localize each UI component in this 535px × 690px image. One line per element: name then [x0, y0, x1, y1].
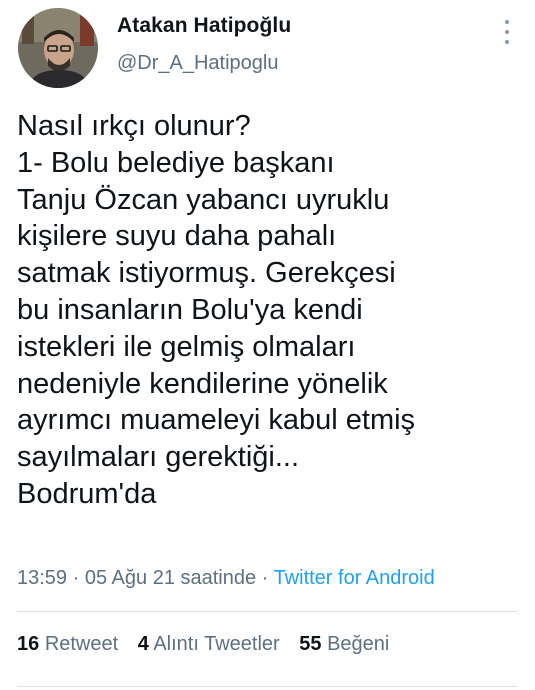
tweet-line: kişilere suyu daha pahalı: [17, 220, 337, 253]
retweets-stat[interactable]: 16 Retweet: [17, 633, 124, 655]
tweet-source-link[interactable]: Twitter for Android: [274, 567, 435, 589]
likes-label: Beğeni: [327, 633, 390, 655]
tweet-line: 1- Bolu belediye başkanı: [17, 146, 335, 179]
tweet-header: Atakan Hatipoğlu @Dr_A_Hatipoglu: [0, 0, 535, 95]
author-name[interactable]: Atakan Hatipoğlu: [117, 14, 291, 38]
likes-count: 55: [299, 633, 322, 655]
tweet-meta: 13:59 · 05 Ağu 21 saatinde · Twitter for…: [17, 567, 435, 590]
quotes-label: Alıntı Tweetler: [153, 633, 280, 655]
avatar[interactable]: [18, 8, 98, 88]
tweet-time[interactable]: 13:59: [17, 567, 67, 589]
tweet-date[interactable]: 05 Ağu 21 saatinde: [85, 567, 256, 589]
author-handle[interactable]: @Dr_A_Hatipoglu: [117, 52, 279, 75]
tweet-line: Bodrum'da: [17, 477, 157, 510]
divider: [17, 686, 517, 687]
meta-separator: ·: [261, 567, 269, 589]
tweet-line: ayrımcı muameleyi kabul etmiş: [17, 404, 416, 437]
tweet-line: nedeniyle kendilerine yönelik: [17, 367, 388, 400]
quotes-count: 4: [137, 633, 149, 655]
tweet-line: istekleri ile gelmiş olmaları: [17, 330, 356, 363]
tweet-line: sayılmaları gerektiği...: [17, 441, 300, 474]
retweets-count: 16: [17, 633, 40, 655]
tweet-text: Nasıl ırkçı olunur? 1- Bolu belediye baş…: [17, 108, 522, 513]
quote-tweets-stat[interactable]: 4 Alıntı Tweetler: [138, 633, 286, 655]
user-photo-icon: [18, 8, 98, 88]
divider: [17, 611, 517, 612]
retweets-label: Retweet: [44, 633, 119, 655]
tweet-line: Nasıl ırkçı olunur?: [17, 110, 251, 142]
meta-separator: ·: [72, 567, 80, 589]
likes-stat[interactable]: 55 Beğeni: [299, 633, 389, 655]
tweet-line: satmak istiyormuş. Gerekçesi: [17, 257, 396, 290]
tweet-line: bu insanların Bolu'ya kendi: [17, 293, 363, 326]
more-options-icon[interactable]: [497, 20, 517, 44]
tweet-stats: 16 Retweet 4 Alıntı Tweetler 55 Beğeni: [17, 633, 403, 656]
tweet-line: Tanju Özcan yabancı uyruklu: [17, 183, 390, 216]
